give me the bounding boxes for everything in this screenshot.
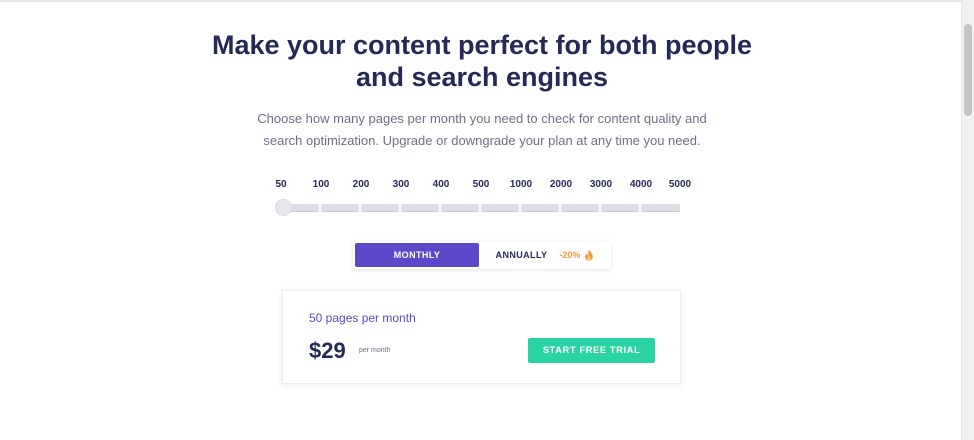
- annually-toggle-button[interactable]: ANNUALLY -20%: [481, 243, 609, 267]
- slider-tick[interactable]: 3000: [590, 179, 612, 190]
- slider-tick[interactable]: 1000: [510, 179, 532, 190]
- slider-tick[interactable]: 5000: [669, 179, 691, 190]
- slider-segment[interactable]: [561, 204, 599, 212]
- page-scrollbar[interactable]: [961, 0, 974, 440]
- page-subtitle: Choose how many pages per month you need…: [257, 111, 707, 148]
- scrollbar-thumb[interactable]: [964, 24, 972, 116]
- plan-card: 50 pages per month $29 per month START F…: [282, 290, 681, 384]
- annually-label: ANNUALLY: [495, 250, 548, 260]
- slider-segment[interactable]: [361, 204, 399, 212]
- pages-slider-track[interactable]: [280, 204, 680, 212]
- slider-segment[interactable]: [521, 204, 559, 212]
- page-title: Make your content perfect for both peopl…: [211, 30, 753, 92]
- pricing-page: Make your content perfect for both peopl…: [0, 0, 974, 440]
- plan-pages-label: 50 pages per month: [309, 311, 416, 325]
- slider-tick-labels: 50 100 200 300 400 500 1000 2000 3000 40…: [0, 179, 974, 193]
- start-free-trial-button[interactable]: START FREE TRIAL: [528, 338, 655, 363]
- slider-tick[interactable]: 400: [433, 179, 450, 190]
- top-divider: [0, 0, 974, 2]
- monthly-toggle-button[interactable]: MONTHLY: [355, 243, 479, 267]
- slider-segment[interactable]: [441, 204, 479, 212]
- slider-tick[interactable]: 500: [473, 179, 490, 190]
- slider-segment[interactable]: [641, 204, 680, 212]
- fire-icon: [584, 249, 594, 261]
- slider-tick[interactable]: 200: [353, 179, 370, 190]
- annual-discount-badge: -20%: [559, 250, 581, 260]
- slider-segment[interactable]: [401, 204, 439, 212]
- slider-segment[interactable]: [601, 204, 639, 212]
- slider-tick[interactable]: 300: [393, 179, 410, 190]
- billing-period-toggle: MONTHLY ANNUALLY -20%: [353, 241, 611, 269]
- plan-price: $29: [309, 338, 346, 363]
- slider-tick[interactable]: 50: [275, 179, 286, 190]
- plan-period: per month: [359, 347, 391, 354]
- slider-handle[interactable]: [275, 199, 292, 216]
- slider-tick[interactable]: 4000: [630, 179, 652, 190]
- slider-tick[interactable]: 2000: [550, 179, 572, 190]
- slider-segment[interactable]: [481, 204, 519, 212]
- slider-segment[interactable]: [321, 204, 359, 212]
- slider-tick[interactable]: 100: [313, 179, 330, 190]
